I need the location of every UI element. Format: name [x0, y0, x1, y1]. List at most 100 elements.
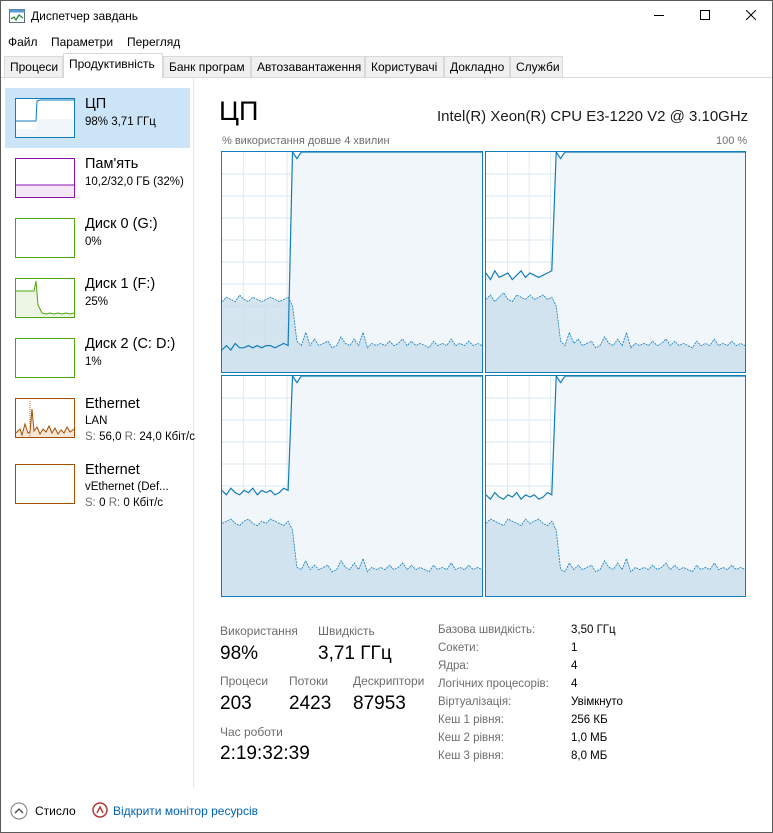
threads-label: Потоки [289, 674, 329, 688]
sidebar-item-label: Диск 0 (G:) [85, 216, 158, 232]
uptime-value: 2:19:32:39 [220, 743, 310, 764]
cores-label: Ядра: [438, 660, 470, 672]
cores-value: 4 [571, 660, 578, 672]
tab-processes[interactable]: Процеси [4, 56, 63, 77]
handles-label: Дескриптори [353, 674, 425, 688]
footer-bar: Стисло Відкрити монітор ресурсів [1, 791, 772, 831]
ethernet-vethernet-thumbnail [15, 464, 75, 504]
sidebar-item-ethernet-vethernet[interactable]: Ethernet vEthernet (Def... S: 0 R: 0 Кбі… [5, 454, 190, 514]
send-label: S: [85, 431, 96, 443]
sidebar-item-value: 25% [85, 296, 109, 308]
sidebar-item-disk-0[interactable]: Диск 0 (G:) 0% [5, 208, 190, 268]
sidebar-item-disk-1[interactable]: Диск 1 (F:) 25% [5, 268, 190, 328]
minimize-button[interactable] [636, 1, 682, 31]
cpu-core-graph [485, 374, 746, 597]
fewer-details-button[interactable]: Стисло [35, 804, 76, 818]
cpu-graph-svg [485, 374, 746, 596]
send-value: 0 [99, 497, 106, 509]
cpu-graph-svg [221, 150, 483, 372]
sidebar-item-label: Диск 2 (C: D:) [85, 336, 176, 352]
tab-users[interactable]: Користувачі [365, 56, 444, 77]
threads-value: 2423 [289, 693, 332, 714]
speed-value: 3,71 ГГц [318, 643, 392, 664]
usage-label: Використання [220, 624, 298, 638]
task-manager-icon [9, 9, 25, 23]
base-speed-value: 3,50 ГГц [571, 624, 616, 636]
sidebar-item-value: 98% 3,71 ГГц [85, 116, 156, 128]
logical-processors-value: 4 [571, 678, 578, 690]
sidebar-item-label: ЦП [85, 96, 107, 112]
cpu-thumbnail [15, 98, 75, 138]
l1-cache-label: Кеш 1 рівня: [438, 714, 504, 726]
sidebar-item-throughput: S: 0 R: 0 Кбіт/с [85, 497, 163, 509]
base-speed-label: Базова швидкість: [438, 624, 536, 636]
l1-cache-value: 256 КБ [571, 714, 608, 726]
sidebar-item-value: 0% [85, 236, 102, 248]
processes-value: 203 [220, 693, 252, 714]
disk-1-thumbnail [15, 278, 75, 318]
chevron-up-icon[interactable] [10, 802, 28, 825]
l2-cache-value: 1,0 МБ [571, 732, 608, 744]
sidebar-item-label: Диск 1 (F:) [85, 276, 156, 292]
uptime-label: Час роботи [220, 725, 283, 739]
send-label: S: [85, 497, 96, 509]
graph-axis-max: 100 % [716, 135, 748, 147]
sidebar-item-disk-2[interactable]: Диск 2 (C: D:) 1% [5, 328, 190, 388]
sidebar-item-ethernet-lan[interactable]: Ethernet LAN S: 56,0 R: 24,0 Кбіт/с [5, 388, 195, 448]
receive-label: R: [124, 431, 137, 443]
cpu-core-graph [221, 150, 483, 373]
cpu-graph-svg [221, 374, 483, 596]
receive-value: 0 Кбіт/с [123, 497, 164, 509]
window-title: Диспетчер завдань [31, 9, 139, 23]
speed-label: Швидкість [318, 624, 375, 638]
disk-0-thumbnail [15, 218, 75, 258]
sockets-label: Сокети: [438, 642, 479, 654]
sidebar-item-value: 10,2/32,0 ГБ (32%) [85, 176, 184, 188]
menu-bar: Файл Параметри Перегляд [1, 31, 772, 53]
l3-cache-value: 8,0 МБ [571, 750, 608, 762]
l2-cache-label: Кеш 2 рівня: [438, 732, 504, 744]
handles-value: 87953 [353, 693, 406, 714]
ethernet-lan-thumbnail [15, 398, 75, 438]
cpu-model-name: Intel(R) Xeon(R) CPU E3-1220 V2 @ 3.10GH… [437, 108, 749, 125]
virtualization-value: Увімкнуто [571, 696, 623, 708]
sidebar-item-label: Пам'ять [85, 156, 139, 172]
resource-monitor-icon [92, 802, 108, 823]
receive-label: R: [108, 497, 121, 509]
virtualization-label: Віртуалізація: [438, 696, 512, 708]
sidebar-item-value: vEthernet (Def... [85, 481, 169, 493]
tab-performance[interactable]: Продуктивність [63, 53, 163, 78]
tab-details[interactable]: Докладно [444, 56, 510, 77]
sidebar-item-cpu[interactable]: ЦП 98% 3,71 ГГц [5, 88, 190, 148]
maximize-icon [700, 7, 710, 25]
close-icon [745, 7, 757, 25]
processes-label: Процеси [220, 674, 269, 688]
title-bar[interactable]: Диспетчер завдань [1, 1, 772, 31]
cpu-core-graph [485, 150, 746, 373]
open-resource-monitor-link[interactable]: Відкрити монітор ресурсів [113, 804, 258, 818]
minimize-icon [654, 7, 664, 25]
resource-sidebar: ЦП 98% 3,71 ГГц Пам'ять 10,2/32,0 ГБ (32… [1, 78, 195, 788]
cpu-core-graph [221, 374, 483, 597]
menu-file[interactable]: Файл [8, 35, 38, 49]
disk-2-thumbnail [15, 338, 75, 378]
tab-services[interactable]: Служби [510, 56, 563, 77]
tab-startup[interactable]: Автозавантаження [251, 56, 365, 77]
menu-options[interactable]: Параметри [51, 35, 113, 49]
sockets-value: 1 [571, 642, 578, 654]
logical-processors-label: Логічних процесорів: [438, 678, 549, 690]
receive-value: 24,0 Кбіт/с [139, 431, 196, 443]
tab-bar: Процеси Продуктивність Банк програм Авто… [1, 53, 772, 78]
task-manager-window: Диспетчер завдань Файл Параметри Перегля… [0, 0, 773, 833]
sidebar-item-value: LAN [85, 415, 108, 427]
tab-app-history[interactable]: Банк програм [163, 56, 251, 77]
sidebar-item-memory[interactable]: Пам'ять 10,2/32,0 ГБ (32%) [5, 148, 190, 208]
cpu-graph-svg [485, 150, 746, 372]
menu-view[interactable]: Перегляд [127, 35, 180, 49]
graph-axis-caption: % використання довше 4 хвилин [222, 135, 390, 147]
close-button[interactable] [728, 1, 773, 31]
sidebar-item-value: 1% [85, 356, 102, 368]
send-value: 56,0 [99, 431, 122, 443]
maximize-button[interactable] [682, 1, 728, 31]
sidebar-item-label: Ethernet [85, 396, 140, 412]
